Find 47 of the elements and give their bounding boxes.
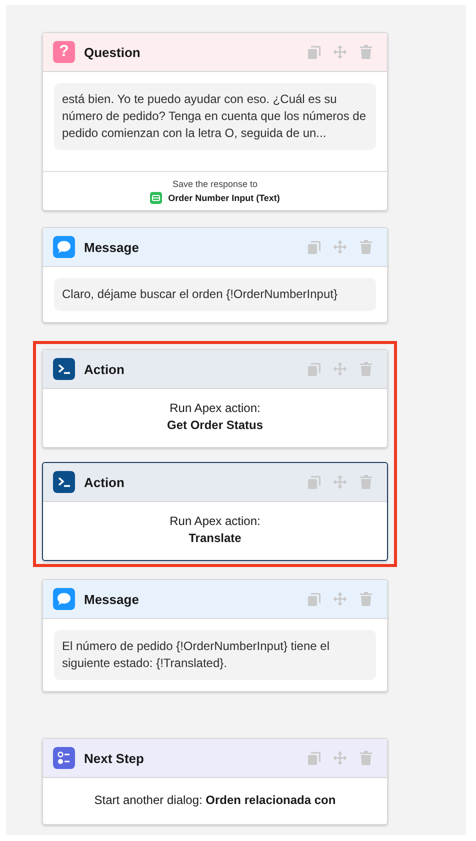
action-name: Get Order Status [166,417,264,434]
move-icon[interactable] [333,362,347,376]
message-text: está bien. Yo te puedo ayudar con eso. ¿Cuál es su número de pedido? Tenga en cuenta que los números de pedido comienzan con la letra O, seguida de un... [54,83,376,150]
chat-bubble-icon[interactable] [53,588,75,610]
card-title: Message [84,592,140,606]
list-icon[interactable] [53,747,75,769]
terminal-prompt-icon[interactable] [53,358,75,380]
move-icon[interactable] [333,240,347,254]
delete-icon[interactable] [359,592,373,606]
delete-icon[interactable] [359,362,373,376]
move-icon[interactable] [333,475,347,489]
delete-icon[interactable] [359,751,373,765]
step-card[interactable] [42,32,388,211]
delete-icon[interactable] [359,45,373,59]
action-name: Translate [188,530,242,547]
variable-name: Order Number Input (Text) [168,193,280,203]
delete-icon[interactable] [359,240,373,254]
move-icon[interactable] [333,751,347,765]
copy-icon[interactable] [307,362,321,376]
action-caption: Run Apex action: [170,400,260,417]
question-mark-icon: ? [53,41,75,63]
terminal-prompt-icon[interactable] [53,471,75,493]
action-caption: Run Apex action: [170,513,260,530]
card-title: Next Step [84,750,145,766]
next-step-text: Start another dialog: Orden relacionada con [94,793,336,807]
message-text: Claro, déjame buscar el orden {!OrderNumberInput} [54,278,376,311]
copy-icon[interactable] [307,592,321,606]
card-title: Action [84,362,126,376]
step-card[interactable]: Message Claro, déjame buscar el orden {!OrderNumberInput} [42,227,388,323]
move-icon[interactable] [333,592,347,606]
copy-icon[interactable] [307,475,321,489]
delete-icon[interactable] [359,475,373,489]
step-card[interactable]: Message El número de pedido {!OrderNumberInput} tiene el siguiente estado: {!Translated}. [42,579,388,692]
step-card[interactable]: Action Run Apex action: Get Order Status [42,349,388,448]
message-text: El número de pedido {!OrderNumberInput} tiene el siguiente estado: {!Translated}. [54,630,376,680]
step-card[interactable]: Action Run Apex action: Translate [42,462,388,561]
card-title: Message [84,240,140,254]
card-title: Question [84,44,142,60]
step-card[interactable]: Next Step Start another dialog: Orden relacionada con [42,738,388,825]
move-icon[interactable] [333,45,347,59]
card-title: Action [84,474,126,490]
copy-icon[interactable] [307,751,321,765]
chat-bubble-icon[interactable] [53,236,75,258]
variable-icon[interactable] [150,192,162,204]
copy-icon[interactable] [307,45,321,59]
copy-icon[interactable] [307,240,321,254]
save-label: Save the response to [172,179,258,189]
